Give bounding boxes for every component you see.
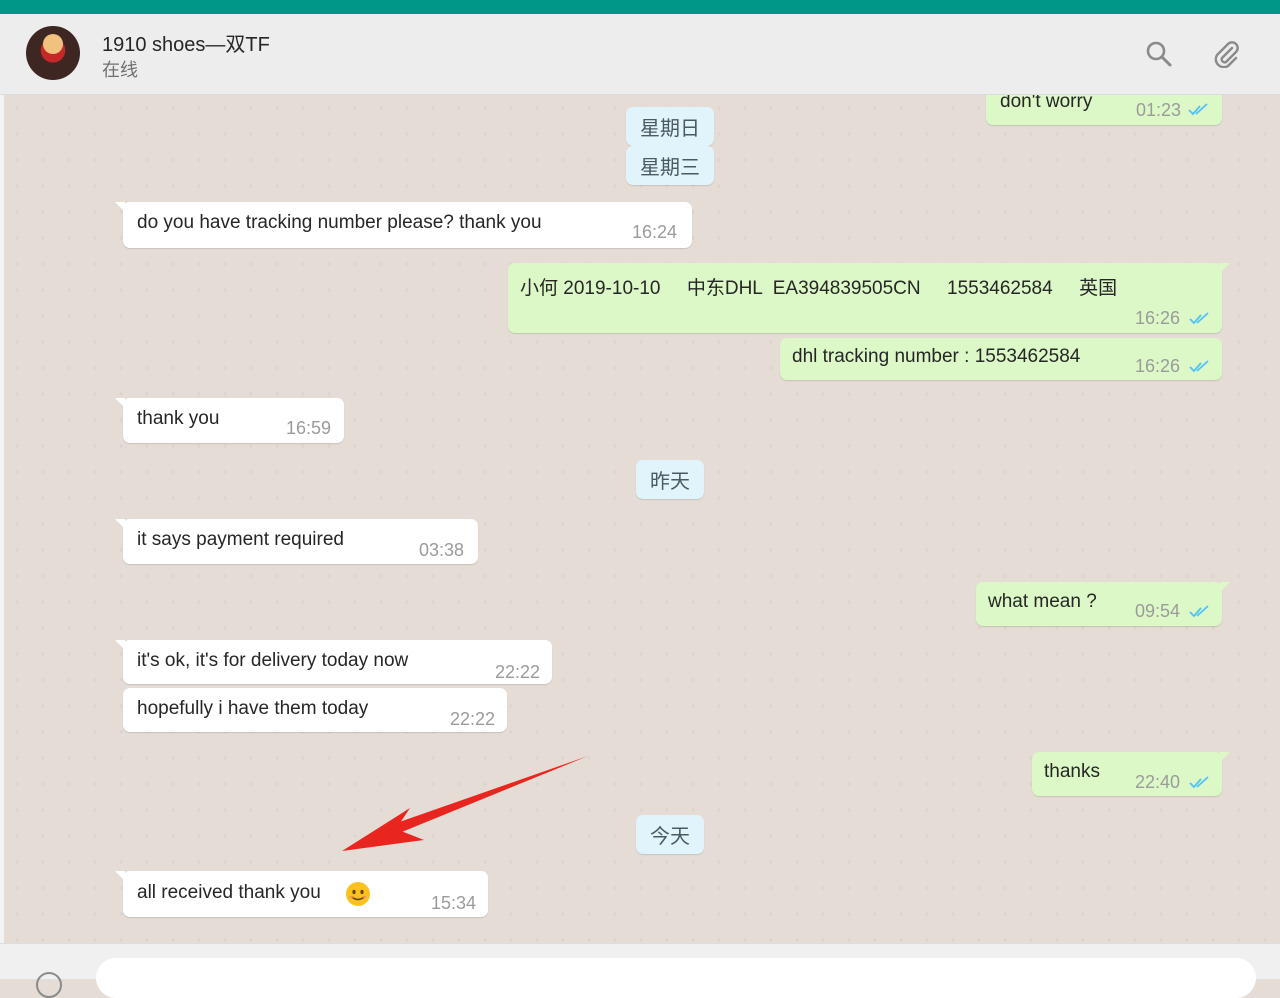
app-top-bar [0,0,1280,14]
message-outgoing[interactable]: don't worry 01:23 [986,95,1222,125]
message-time: 22:40 [1135,772,1181,792]
message-time: 16:24 [632,222,678,242]
message-time: 01:23 [1136,100,1182,120]
message-time: 16:26 [1135,356,1181,376]
message-text: dhl tracking number : 1553462584 [792,346,1081,367]
message-text: thanks [1044,761,1100,782]
contact-name[interactable]: 1910 shoes—双TF [102,28,270,57]
message-time: 15:34 [431,893,477,913]
emoji-icon[interactable] [36,972,62,998]
message-time: 22:22 [495,662,541,682]
message-incoming[interactable]: all received thank you 15:34 [115,871,488,917]
message-time: 16:59 [286,418,332,438]
read-receipt-icon [1189,360,1209,373]
message-incoming[interactable]: thank you 16:59 [115,398,344,443]
message-time: 22:22 [450,709,496,729]
date-divider: 今天 [636,815,704,854]
date-divider: 昨天 [636,460,704,499]
message-time: 03:38 [419,540,465,560]
search-icon[interactable] [1145,40,1173,68]
message-text: do you have tracking number please? than… [137,212,542,233]
message-incoming[interactable]: it's ok, it's for delivery today now 22:… [115,640,552,684]
message-text: it says payment required [137,529,344,550]
paperclip-icon[interactable] [1212,40,1240,68]
message-text: don't worry [1000,95,1093,112]
message-incoming[interactable]: hopefully i have them today 22:22 [123,688,507,732]
chat-header: 1910 shoes—双TF 在线 [0,14,1280,95]
message-time: 09:54 [1135,601,1181,621]
message-list[interactable]: don't worry 01:23 星期日 星期三 do you have tr… [4,95,1280,943]
message-text: what mean ? [988,591,1097,612]
message-outgoing[interactable]: what mean ? 09:54 [976,582,1230,626]
message-outgoing[interactable]: dhl tracking number : 1553462584 16:26 [780,338,1222,380]
contact-avatar[interactable] [26,26,80,80]
message-incoming[interactable]: do you have tracking number please? than… [115,202,692,248]
message-outgoing[interactable]: thanks 22:40 [1032,752,1230,796]
message-input[interactable] [96,958,1256,998]
message-text: thank you [137,408,220,429]
read-receipt-icon [1189,312,1209,325]
message-text: 小何 2019-10-10 中东DHL EA394839505CN 155346… [520,278,1118,299]
date-divider: 星期三 [626,146,714,185]
compose-bar [0,943,1280,998]
contact-status: 在线 [102,60,138,80]
date-divider: 星期日 [626,107,714,146]
message-incoming[interactable]: it says payment required 03:38 [115,519,478,564]
message-time: 16:26 [1135,308,1181,328]
smiling-face-emoji [346,882,370,906]
read-receipt-icon [1188,103,1208,116]
message-text: all received thank you [137,882,321,903]
read-receipt-icon [1189,605,1209,618]
message-outgoing[interactable]: 小何 2019-10-10 中东DHL EA394839505CN 155346… [508,263,1230,333]
message-text: it's ok, it's for delivery today now [137,650,409,671]
message-text: hopefully i have them today [137,698,369,719]
read-receipt-icon [1189,776,1209,789]
